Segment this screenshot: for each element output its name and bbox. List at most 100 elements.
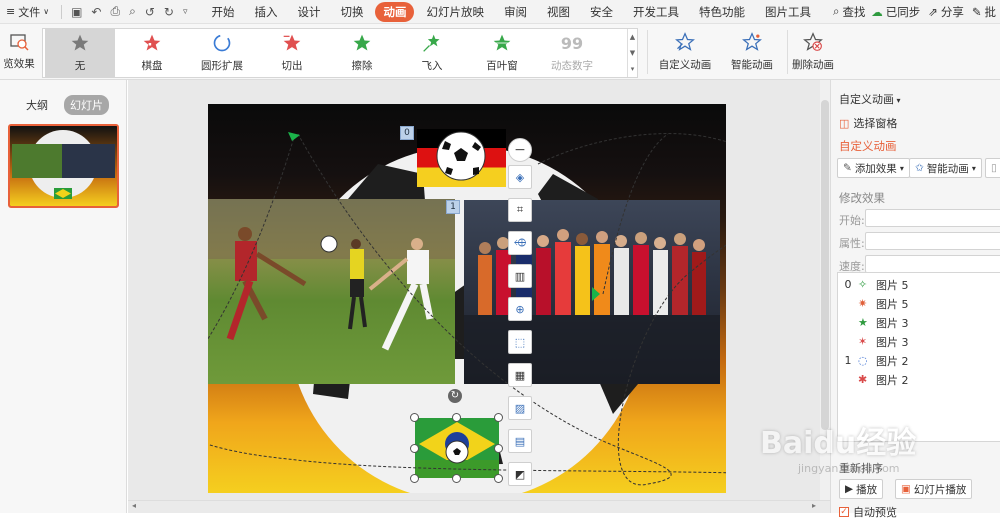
menu-picture-tools[interactable]: 图片工具 [757, 2, 819, 22]
delete-effect-button[interactable]: ▯ [985, 158, 1000, 178]
property-select[interactable] [865, 232, 1000, 250]
color-button[interactable]: ⬲ [508, 231, 532, 255]
animation-list-item[interactable]: ✶ 图片 3 [838, 332, 909, 351]
resize-handle[interactable] [452, 474, 461, 483]
menu-transition[interactable]: 切换 [332, 2, 371, 22]
auto-preview-label: 自动预览 [853, 506, 897, 519]
select-pane-label: 选择窗格 [853, 117, 898, 130]
resize-handle[interactable] [410, 474, 419, 483]
slide-thumbnail[interactable] [8, 124, 119, 208]
panel-tabs: 大纲 幻灯片 [20, 95, 109, 115]
auto-preview-checkbox[interactable]: ✓ 自动预览 [839, 504, 897, 520]
ribbon: 览效果 无 棋盘 圆形扩展 切出 擦除 飞入 百叶窗 99 动态数字 ▲ ▼ ▾… [0, 24, 1000, 80]
anim-fly-in[interactable]: 飞入 [397, 29, 467, 77]
custom-animation-button[interactable]: 自定义动画 [654, 24, 716, 80]
smart-animation-button[interactable]: 智能动画 [722, 24, 782, 80]
start-select[interactable] [865, 209, 1000, 227]
smart-anim-label: 智能动画 [926, 162, 969, 175]
undo-redo-icon[interactable]: ↶ [91, 5, 101, 19]
rotate-handle[interactable]: ↻ [448, 389, 462, 403]
baidu-url: jingyan.baidu.com [798, 462, 900, 475]
sync-button[interactable]: ☁ 已同步 [871, 4, 920, 20]
resize-handle[interactable] [452, 413, 461, 422]
image-button[interactable]: ▨ [508, 396, 532, 420]
chevron-down-icon: ▾ [971, 163, 976, 173]
menu-insert[interactable]: 插入 [246, 2, 285, 22]
undo-icon[interactable]: ↺ [145, 5, 155, 19]
redo-icon[interactable]: ↻ [164, 5, 174, 19]
animation-list-item[interactable]: 1 ◌ 图片 2 [838, 351, 909, 370]
search-button[interactable]: ⌕ 查找 [833, 4, 865, 20]
save-icon[interactable]: ▣ [71, 5, 82, 19]
print-preview-icon[interactable]: ⌕ [129, 4, 136, 19]
motion-path-overlay [208, 132, 726, 486]
menu-design[interactable]: 设计 [289, 2, 328, 22]
crop-button[interactable]: ⌗ [508, 198, 532, 222]
image-button[interactable]: ▦ [508, 363, 532, 387]
crop-icon: ⌗ [516, 203, 524, 216]
resize-handle[interactable] [494, 474, 503, 483]
menu-developer[interactable]: 开发工具 [625, 2, 687, 22]
select-button[interactable]: ⬚ [508, 330, 532, 354]
layer-button[interactable]: ◈ [508, 165, 532, 189]
image-button[interactable]: ▤ [508, 429, 532, 453]
resize-handle[interactable] [410, 444, 419, 453]
color-picker-icon: ⬲ [513, 236, 527, 249]
slide[interactable]: 0 0 1 ↻ [208, 104, 726, 493]
file-menu[interactable]: ≡ 文件 ∨ [0, 0, 55, 24]
animation-list-item[interactable]: ✱ 图片 2 [838, 370, 909, 389]
menu-slideshow[interactable]: 幻灯片放映 [418, 2, 492, 22]
format-button[interactable]: ◩ [508, 462, 532, 486]
preview-effect-button[interactable]: 览效果 [0, 24, 38, 80]
animation-list-item[interactable]: 0 ✧ 图片 5 [838, 275, 909, 294]
horizontal-scrollbar[interactable]: ◂ ▸ [128, 500, 830, 513]
resize-handle[interactable] [494, 413, 503, 422]
panel-header[interactable]: 自定义动画 ▾ [839, 91, 901, 107]
more-icon[interactable]: ▿ [183, 7, 188, 17]
select-pane-button[interactable]: ◫ 选择窗格 [839, 115, 897, 131]
print-icon[interactable]: ⎙ [110, 4, 120, 19]
menu-security[interactable]: 安全 [582, 2, 621, 22]
anim-none[interactable]: 无 [45, 29, 115, 77]
motion-start-marker[interactable] [288, 132, 300, 141]
delete-animation-button[interactable]: 删除动画 [790, 24, 836, 80]
anim-checkerboard[interactable]: 棋盘 [117, 29, 187, 77]
batch-button[interactable]: ✎ 批 [972, 4, 996, 20]
menu-view[interactable]: 视图 [539, 2, 578, 22]
tab-slides[interactable]: 幻灯片 [64, 95, 109, 115]
animation-list-item[interactable]: ✷ 图片 5 [838, 294, 909, 313]
menu-animation[interactable]: 动画 [375, 1, 415, 22]
delete-icon: ▯ [991, 162, 997, 174]
anim-blinds[interactable]: 百叶窗 [467, 29, 537, 77]
image-edit-icon: ▨ [514, 401, 526, 415]
slide-canvas[interactable]: 0 0 1 ↻ − ◈ ⌗ ⬲ ▥ ⊕ ⬚ ▦ ▨ ▤ ◩ [128, 80, 830, 513]
smart-animation-dropdown[interactable]: ✩ 智能动画 ▾ [909, 158, 982, 178]
tab-outline[interactable]: 大纲 [20, 95, 54, 115]
scroll-thumb[interactable] [821, 100, 829, 430]
select-area-icon: ⬚ [514, 335, 526, 349]
menu-features[interactable]: 特色功能 [691, 2, 753, 22]
slides-panel: 大纲 幻灯片 [0, 80, 127, 513]
menu-home[interactable]: 开始 [203, 2, 242, 22]
anim-wipe[interactable]: 擦除 [327, 29, 397, 77]
add-effect-label: 添加效果 [854, 162, 897, 175]
zoom-button[interactable]: ⊕ [508, 297, 532, 321]
speed-select[interactable] [865, 255, 1000, 273]
animation-list-item[interactable]: ★ 图片 3 [838, 313, 909, 332]
resize-handle[interactable] [494, 444, 503, 453]
layout-button[interactable]: ▥ [508, 264, 532, 288]
anim-dynamic-number[interactable]: 99 动态数字 [537, 29, 607, 77]
anim-cut-out[interactable]: 切出 [257, 29, 327, 77]
add-effect-button[interactable]: ✎ 添加效果 ▾ [837, 158, 910, 178]
image-icon: ▦ [514, 368, 526, 382]
menu-review[interactable]: 审阅 [496, 2, 535, 22]
resize-handle[interactable] [410, 413, 419, 422]
motion-start-marker[interactable] [592, 287, 600, 301]
wipe-star-icon [353, 34, 371, 51]
anim-circle-expand[interactable]: 圆形扩展 [187, 29, 257, 77]
smart-star-icon: ✩ [915, 162, 924, 174]
gallery-scroll[interactable]: ▲ ▼ ▾ [627, 29, 637, 77]
share-button[interactable]: ⇗ 分享 [928, 4, 964, 20]
zoom-out-button[interactable]: − [508, 138, 532, 162]
baidu-watermark: Baidu经验 jingyan.baidu.com [760, 418, 960, 498]
